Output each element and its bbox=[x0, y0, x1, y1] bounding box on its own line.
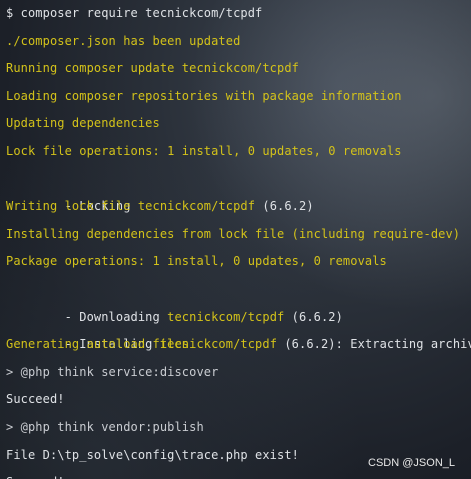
downloading-package: tecnickcom/tcpdf bbox=[167, 309, 285, 324]
terminal-output: $ composer require tecnickcom/tcpdf ./co… bbox=[6, 0, 471, 479]
installing-version: (6.6.2) bbox=[277, 337, 336, 352]
output-line: Succeed! bbox=[6, 392, 65, 407]
watermark: CSDN @JSON_L bbox=[368, 457, 455, 469]
locking-package: tecnickcom/tcpdf bbox=[137, 199, 256, 214]
downloading-prefix: - Downloading bbox=[49, 309, 168, 324]
output-line: Lock file operations: 1 install, 0 updat… bbox=[6, 143, 402, 158]
output-line: Succeed! bbox=[6, 469, 471, 479]
output-line: Loading composer repositories with packa… bbox=[6, 88, 402, 103]
locking-version: (6.6.2) bbox=[255, 199, 314, 214]
script-line: > @php think vendor:publish bbox=[6, 419, 204, 434]
output-line: Updating dependencies bbox=[6, 116, 160, 131]
output-line-downloading: - Downloading tecnickcom/tcpdf (6.6.2) bbox=[6, 276, 471, 324]
output-line: ./composer.json has been updated bbox=[6, 33, 241, 48]
terminal-window: $ composer require tecnickcom/tcpdf ./co… bbox=[0, 0, 471, 479]
output-line: Package operations: 1 install, 0 updates… bbox=[6, 254, 387, 269]
installing-suffix: : Extracting archive bbox=[335, 337, 471, 352]
output-line: Installing dependencies from lock file (… bbox=[6, 226, 461, 241]
downloading-version: (6.6.2) bbox=[284, 309, 343, 324]
output-line-locking: - Locking tecnickcom/tcpdf (6.6.2) bbox=[6, 166, 471, 213]
script-line: > @php think service:discover bbox=[6, 364, 219, 379]
command-line: $ composer require tecnickcom/tcpdf bbox=[6, 6, 263, 20]
output-line: Running composer update tecnickcom/tcpdf bbox=[6, 61, 299, 76]
